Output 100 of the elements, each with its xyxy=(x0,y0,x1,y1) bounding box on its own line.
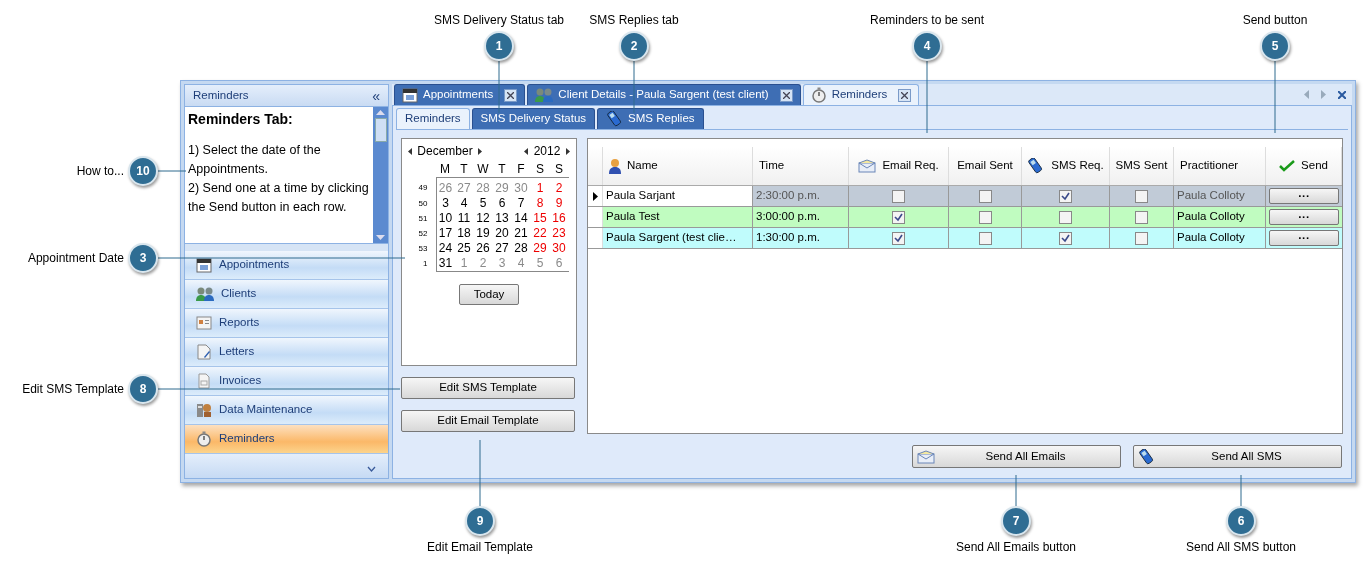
calendar-day[interactable]: 26 xyxy=(435,177,455,196)
callout-marker: 6 xyxy=(1226,506,1256,536)
scroll-thumb[interactable] xyxy=(374,118,387,142)
calendar-day[interactable]: 1 xyxy=(454,256,474,272)
scroll-up-icon[interactable] xyxy=(376,110,385,115)
today-button[interactable]: Today xyxy=(458,284,520,305)
column-header[interactable]: Email Sent xyxy=(949,147,1022,185)
callout-marker: 3 xyxy=(128,243,158,273)
calendar-day[interactable]: 5 xyxy=(473,196,493,211)
calendar-day[interactable]: 13 xyxy=(492,211,512,226)
column-header[interactable]: SMS Req. xyxy=(1022,147,1110,185)
calendar-day[interactable]: 30 xyxy=(549,241,569,256)
column-header[interactable]: Email Req. xyxy=(849,147,949,185)
calendar-day[interactable]: 30 xyxy=(511,177,531,196)
calendar-day[interactable]: 9 xyxy=(549,196,569,211)
chevron-down-icon[interactable] xyxy=(367,466,376,472)
calendar-day[interactable]: 18 xyxy=(454,226,474,241)
callout-marker: 10 xyxy=(128,156,158,186)
nav-item[interactable]: Reminders xyxy=(185,425,388,454)
nav-item[interactable]: Clients xyxy=(185,280,388,309)
close-icon[interactable] xyxy=(1338,90,1346,99)
send-all-button[interactable]: Send All Emails xyxy=(912,445,1121,468)
calendar-day[interactable]: 17 xyxy=(435,226,455,241)
calendar-day[interactable]: 7 xyxy=(511,196,531,211)
callout-marker: 8 xyxy=(128,374,158,404)
column-header[interactable]: SMS Sent xyxy=(1110,147,1174,185)
close-icon[interactable] xyxy=(779,88,793,102)
callout-label: Reminders to be sent xyxy=(869,13,985,27)
tab[interactable]: SMS Delivery Status xyxy=(471,108,596,129)
document-icon xyxy=(196,373,212,389)
calendar-day[interactable]: 4 xyxy=(454,196,474,211)
table-cell-text: Paula Sarjant xyxy=(606,188,676,204)
calendar-day[interactable]: 15 xyxy=(530,211,550,226)
calendar-day[interactable]: 21 xyxy=(511,226,531,241)
close-icon[interactable] xyxy=(504,88,518,102)
calendar-day[interactable]: 16 xyxy=(549,211,569,226)
nav-item[interactable]: Reports xyxy=(185,309,388,338)
send-all-button[interactable]: Send All SMS xyxy=(1133,445,1342,468)
stopwatch-icon xyxy=(196,431,212,447)
callout-marker: 9 xyxy=(465,506,495,536)
tab[interactable]: Reminders xyxy=(802,84,920,105)
stopwatch-icon xyxy=(810,87,827,103)
calendar-day[interactable]: 6 xyxy=(492,196,512,211)
tab[interactable]: SMS Replies xyxy=(597,108,704,129)
tab[interactable]: Appointments xyxy=(394,84,526,105)
calendar-day[interactable]: 27 xyxy=(492,241,512,256)
calendar-day[interactable]: 22 xyxy=(530,226,550,241)
tab[interactable]: Reminders xyxy=(396,108,470,129)
calendar-day[interactable]: 2 xyxy=(549,177,569,196)
weekday-label: T xyxy=(497,162,507,177)
calendar-day[interactable]: 11 xyxy=(454,211,474,226)
leader-line xyxy=(479,439,481,507)
calendar-day[interactable]: 29 xyxy=(492,177,512,196)
calendar-day[interactable]: 24 xyxy=(435,241,455,256)
callout-label: SMS Delivery Status tab xyxy=(433,13,565,27)
callout-marker: 2 xyxy=(619,31,649,61)
tab[interactable]: Client Details - Paula Sargent (test client) xyxy=(527,84,801,105)
column-header[interactable]: Name xyxy=(603,147,753,185)
send-button[interactable]: ··· xyxy=(1269,188,1339,204)
calendar-day[interactable]: 3 xyxy=(435,196,455,211)
close-icon[interactable] xyxy=(898,88,912,102)
calendar-day[interactable]: 12 xyxy=(473,211,493,226)
template-button[interactable]: Edit SMS Template xyxy=(401,377,575,399)
week-number: 53 xyxy=(417,243,429,255)
send-button[interactable]: ··· xyxy=(1269,230,1339,246)
calendar-day[interactable]: 28 xyxy=(511,241,531,256)
column-header[interactable]: Time xyxy=(753,147,849,185)
table-row[interactable]: Paula Sarjant 2:30:00 p.m. Paula Colloty ··· xyxy=(588,186,1342,207)
column-header[interactable]: Send xyxy=(1266,147,1342,185)
nav-item[interactable]: Data Maintenance xyxy=(185,396,388,425)
nav-item[interactable]: Appointments xyxy=(185,251,388,280)
weekday-label: W xyxy=(476,162,490,177)
calendar-day[interactable]: 25 xyxy=(454,241,474,256)
table-cell-text: Paula Test xyxy=(606,209,660,225)
weekday-label: F xyxy=(516,162,526,177)
calendar-day[interactable]: 4 xyxy=(511,256,531,272)
calendar-day[interactable]: 26 xyxy=(473,241,493,256)
calendar-day[interactable]: 31 xyxy=(435,256,455,272)
nav-item[interactable]: Invoices xyxy=(185,367,388,396)
calendar-day[interactable]: 6 xyxy=(549,256,569,272)
database-icon xyxy=(196,402,212,418)
column-header[interactable]: Practitioner xyxy=(1174,147,1266,185)
calendar-day[interactable]: 3 xyxy=(492,256,512,272)
collapse-button[interactable]: « xyxy=(372,88,380,103)
calendar-day[interactable]: 14 xyxy=(511,211,531,226)
callout-label: Send All SMS button xyxy=(1185,540,1297,554)
calendar-day[interactable]: 1 xyxy=(530,177,550,196)
table-row[interactable]: Paula Sargent (test clie… 1:30:00 p.m. Paula Colloty ··· xyxy=(588,228,1342,249)
calendar-day[interactable]: 19 xyxy=(473,226,493,241)
calendar-day[interactable]: 29 xyxy=(530,241,550,256)
calendar-day[interactable]: 20 xyxy=(492,226,512,241)
send-button[interactable]: ··· xyxy=(1269,209,1339,225)
table-row[interactable]: Paula Test 3:00:00 p.m. Paula Colloty ··· xyxy=(588,207,1342,228)
nav-item[interactable]: Letters xyxy=(185,338,388,367)
scroll-down-icon[interactable] xyxy=(376,235,385,240)
template-button[interactable]: Edit Email Template xyxy=(401,410,575,432)
calendar-day[interactable]: 23 xyxy=(549,226,569,241)
calendar-day[interactable]: 28 xyxy=(473,177,493,196)
calendar-day[interactable]: 8 xyxy=(530,196,550,211)
calendar-day[interactable]: 10 xyxy=(435,211,455,226)
